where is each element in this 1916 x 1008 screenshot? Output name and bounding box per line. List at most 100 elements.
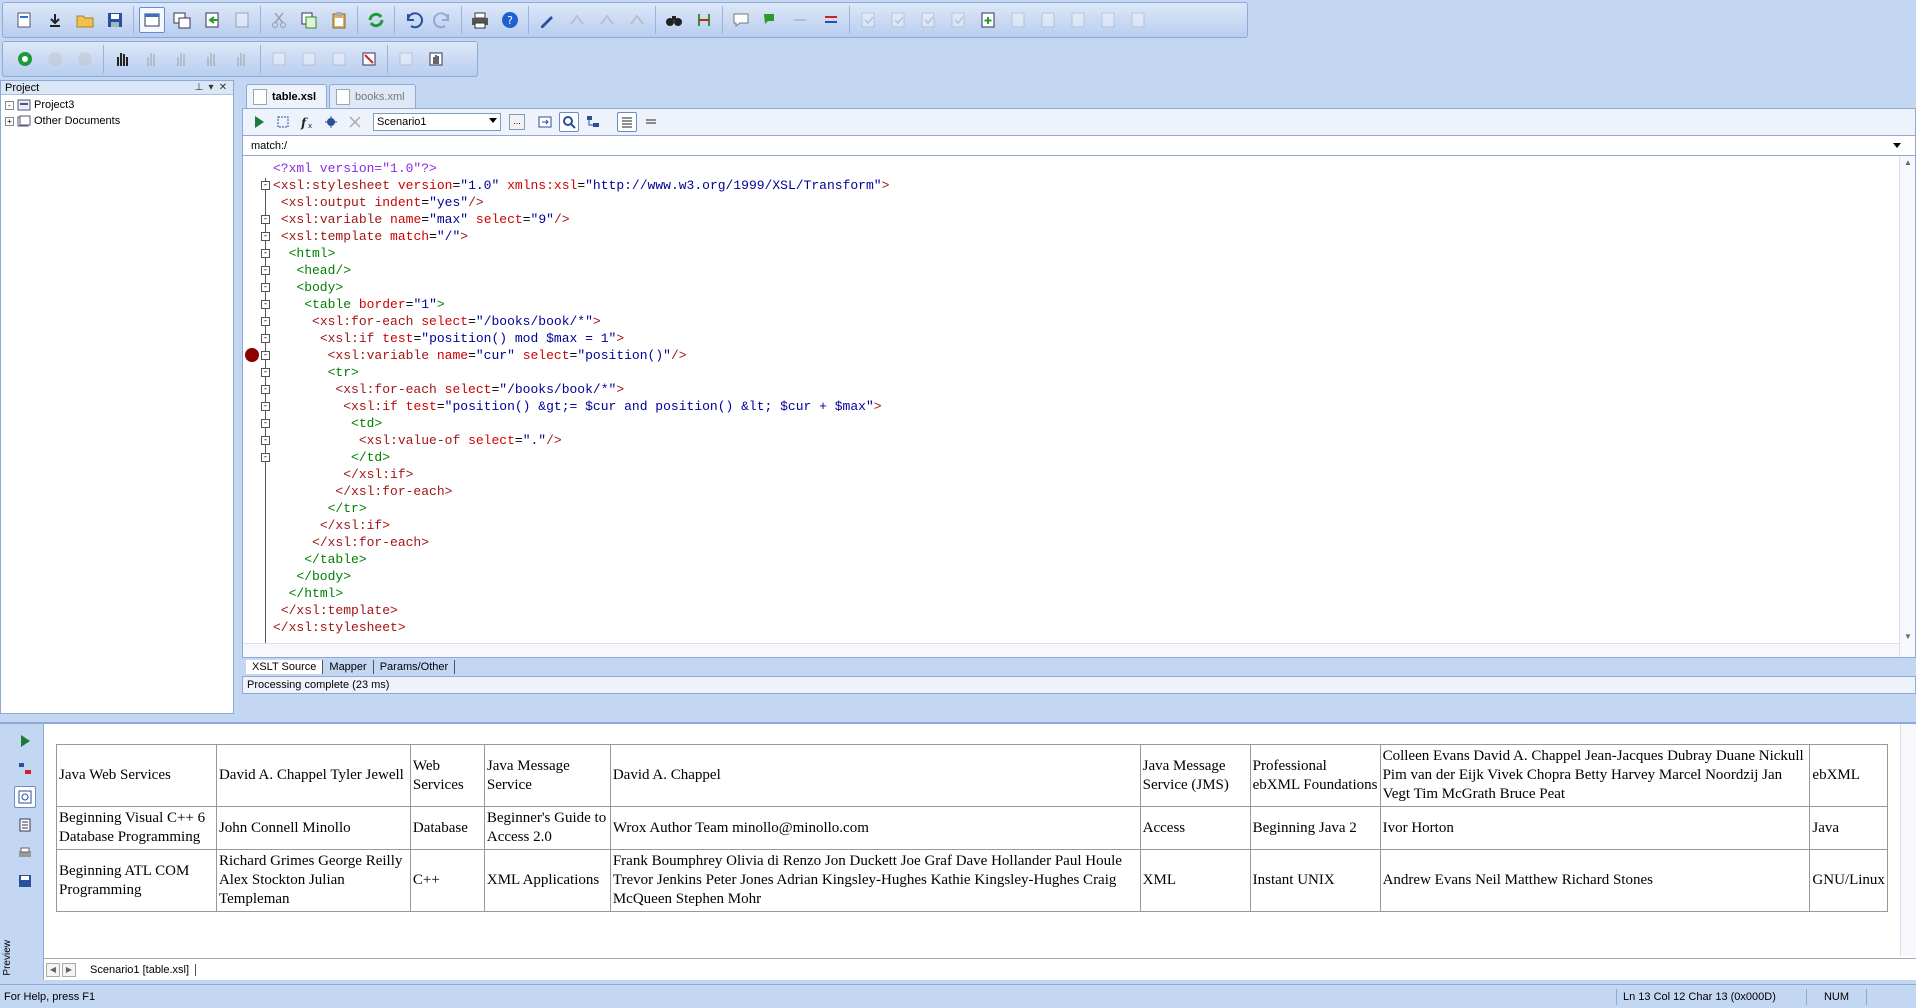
vertical-scrollbar[interactable]: ▲ ▼ bbox=[1899, 156, 1915, 657]
redo-icon[interactable] bbox=[430, 7, 456, 33]
new-project-icon[interactable] bbox=[12, 7, 38, 33]
preview-vertical-scrollbar[interactable] bbox=[1900, 724, 1916, 956]
debug-stop-icon[interactable] bbox=[72, 46, 98, 72]
schema-check3-icon[interactable] bbox=[1065, 7, 1091, 33]
uncomment-icon[interactable] bbox=[758, 7, 784, 33]
watch-icon[interactable] bbox=[393, 46, 419, 72]
function-icon[interactable]: fx bbox=[297, 112, 317, 132]
import-icon[interactable] bbox=[199, 7, 225, 33]
preview-tree-icon[interactable] bbox=[14, 758, 36, 780]
fold-toggle-icon[interactable]: - bbox=[261, 368, 270, 377]
validate3-icon[interactable] bbox=[915, 7, 941, 33]
tree-item-project[interactable]: - Project3 bbox=[1, 97, 233, 113]
close-panel-icon[interactable]: ✕ bbox=[217, 82, 229, 93]
bookmark-icon[interactable] bbox=[818, 7, 844, 33]
wrap-lines-icon[interactable] bbox=[641, 112, 661, 132]
undo-icon[interactable] bbox=[400, 7, 426, 33]
tab-scroll-left-icon[interactable]: ◀ bbox=[46, 962, 60, 977]
step-into-icon[interactable] bbox=[139, 46, 165, 72]
fold-toggle-icon[interactable]: - bbox=[261, 385, 270, 394]
panel-menu-icon[interactable]: ▾ bbox=[205, 82, 217, 93]
scroll-up-icon[interactable]: ▲ bbox=[1904, 158, 1912, 167]
fold-toggle-icon[interactable]: - bbox=[261, 215, 270, 224]
hand-icon[interactable] bbox=[109, 46, 135, 72]
print-icon[interactable] bbox=[467, 7, 493, 33]
scroll-down-icon[interactable]: ▼ bbox=[1904, 632, 1912, 641]
xpath-pen-icon[interactable] bbox=[534, 7, 560, 33]
comment-icon[interactable] bbox=[728, 7, 754, 33]
debug-start-icon[interactable] bbox=[12, 46, 38, 72]
preview-print-icon[interactable] bbox=[14, 842, 36, 864]
breakpoint-enable-icon[interactable] bbox=[326, 46, 352, 72]
preview-browser-icon[interactable] bbox=[14, 786, 36, 808]
copy-icon[interactable] bbox=[296, 7, 322, 33]
tab-table-xsl[interactable]: table.xsl bbox=[246, 84, 328, 108]
tab-mapper[interactable]: Mapper bbox=[323, 660, 374, 674]
code-editor[interactable]: <?xml version="1.0"?> <xsl:stylesheet ver… bbox=[242, 156, 1916, 658]
xpath-eval-icon[interactable] bbox=[273, 112, 293, 132]
fold-toggle-icon[interactable]: - bbox=[261, 334, 270, 343]
stop-hand-icon[interactable] bbox=[423, 46, 449, 72]
breakpoint-marker[interactable] bbox=[245, 348, 259, 362]
pin-icon[interactable]: ⊥ bbox=[193, 82, 205, 93]
horizontal-scrollbar[interactable] bbox=[243, 643, 1899, 657]
associate-xml-icon[interactable] bbox=[535, 112, 555, 132]
fold-toggle-icon[interactable]: - bbox=[261, 402, 270, 411]
validate4-icon[interactable] bbox=[945, 7, 971, 33]
debug-icon[interactable] bbox=[321, 112, 341, 132]
xpath-step3-icon[interactable] bbox=[624, 7, 650, 33]
tab-params-other[interactable]: Params/Other bbox=[374, 660, 456, 674]
step-out-icon[interactable] bbox=[199, 46, 225, 72]
preview-save-icon[interactable] bbox=[14, 870, 36, 892]
profiler-icon[interactable] bbox=[345, 112, 365, 132]
preview-text-icon[interactable] bbox=[14, 814, 36, 836]
indent-icon[interactable] bbox=[788, 7, 814, 33]
step-back-icon[interactable] bbox=[229, 46, 255, 72]
tab-books-xml[interactable]: books.xml bbox=[329, 84, 416, 108]
preview-toggle-icon[interactable] bbox=[559, 112, 579, 132]
scenario-select[interactable]: Scenario1 bbox=[373, 113, 501, 131]
save-icon[interactable] bbox=[102, 7, 128, 33]
template-match-bar[interactable]: match:/ bbox=[242, 136, 1916, 156]
tab-xslt-source[interactable]: XSLT Source bbox=[246, 660, 324, 674]
tab-scroll-right-icon[interactable]: ▶ bbox=[62, 962, 76, 977]
fold-toggle-icon[interactable]: - bbox=[261, 436, 270, 445]
find-binoculars-icon[interactable] bbox=[661, 7, 687, 33]
validate2-icon[interactable] bbox=[885, 7, 911, 33]
export-icon[interactable] bbox=[229, 7, 255, 33]
step-over-icon[interactable] bbox=[169, 46, 195, 72]
preview-run-icon[interactable] bbox=[14, 730, 36, 752]
window-icon[interactable] bbox=[139, 7, 165, 33]
fold-toggle-icon[interactable]: - bbox=[261, 317, 270, 326]
schema-add-icon[interactable] bbox=[975, 7, 1001, 33]
fold-toggle-icon[interactable]: - bbox=[261, 283, 270, 292]
fold-toggle-icon[interactable]: - bbox=[261, 266, 270, 275]
schema-check4-icon[interactable] bbox=[1095, 7, 1121, 33]
tree-item-other-documents[interactable]: + Other Documents bbox=[1, 113, 233, 129]
fold-toggle-icon[interactable]: - bbox=[261, 232, 270, 241]
align-left-icon[interactable] bbox=[617, 112, 637, 132]
fold-toggle-icon[interactable]: - bbox=[261, 300, 270, 309]
fold-toggle-icon[interactable]: - bbox=[261, 419, 270, 428]
debug-pause-icon[interactable] bbox=[42, 46, 68, 72]
xpath-step-icon[interactable] bbox=[564, 7, 590, 33]
schema-check5-icon[interactable] bbox=[1125, 7, 1151, 33]
validate-icon[interactable] bbox=[855, 7, 881, 33]
help-icon[interactable]: ? bbox=[497, 7, 523, 33]
breakpoint-clear-icon[interactable] bbox=[356, 46, 382, 72]
fold-toggle-icon[interactable]: - bbox=[261, 249, 270, 258]
scenario-settings-button[interactable]: ... bbox=[509, 114, 525, 130]
xpath-step2-icon[interactable] bbox=[594, 7, 620, 33]
fold-toggle-icon[interactable]: - bbox=[261, 181, 270, 190]
breakpoint-list-icon[interactable] bbox=[296, 46, 322, 72]
replace-icon[interactable] bbox=[691, 7, 717, 33]
paste-icon[interactable] bbox=[326, 7, 352, 33]
fold-toggle-icon[interactable]: - bbox=[261, 453, 270, 462]
fold-toggle-icon[interactable]: - bbox=[261, 351, 270, 360]
open-folder-icon[interactable] bbox=[72, 7, 98, 33]
run-icon[interactable] bbox=[249, 112, 269, 132]
new-file-dropdown-icon[interactable] bbox=[42, 7, 68, 33]
breakpoint-toggle-icon[interactable] bbox=[266, 46, 292, 72]
tree-view-icon[interactable] bbox=[583, 112, 603, 132]
schema-check2-icon[interactable] bbox=[1035, 7, 1061, 33]
